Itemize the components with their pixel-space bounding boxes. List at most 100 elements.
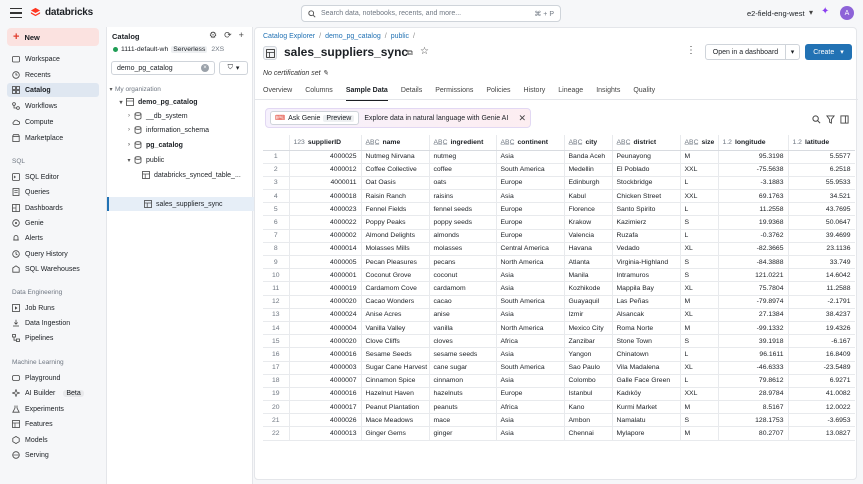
- nav-item-recents[interactable]: Recents: [7, 68, 99, 82]
- copy-icon[interactable]: ⧉: [407, 48, 413, 58]
- table-cell[interactable]: L: [680, 202, 719, 217]
- table-cell[interactable]: Mace Meadows: [361, 413, 430, 428]
- table-cell[interactable]: 34.521: [788, 189, 855, 204]
- table-cell[interactable]: 28.9784: [718, 387, 789, 402]
- table-cell[interactable]: L: [680, 229, 719, 243]
- nav-item-playground[interactable]: Playground: [7, 371, 99, 385]
- table-cell[interactable]: 79.8612: [718, 374, 789, 388]
- table-cell[interactable]: Valencia: [564, 229, 613, 243]
- nav-item-compute[interactable]: Compute: [7, 115, 99, 129]
- table-cell[interactable]: 69.1763: [718, 189, 789, 204]
- table-cell[interactable]: 128.1753: [718, 413, 789, 428]
- table-cell[interactable]: Europe: [496, 202, 565, 217]
- nav-item-ai-builder[interactable]: AI Builder Beta: [7, 386, 99, 400]
- nav-item-workflows[interactable]: Workflows: [7, 99, 99, 113]
- table-cell[interactable]: 13.0827: [788, 426, 855, 441]
- table-cell[interactable]: Hazelnut Haven: [361, 387, 430, 402]
- table-cell[interactable]: Europe: [496, 176, 565, 191]
- table-cell[interactable]: M: [680, 321, 719, 336]
- table-cell[interactable]: Sesame Seeds: [361, 347, 430, 362]
- table-cell[interactable]: Coconut Grove: [361, 268, 430, 283]
- table-cell[interactable]: 4000004: [289, 321, 362, 336]
- row-index[interactable]: 15: [263, 334, 290, 349]
- catalog-search-input[interactable]: demo_pg_catalog ×: [111, 61, 215, 75]
- table-row[interactable]: 20 4000017 Peanut Plantation peanuts Africa K…: [263, 400, 855, 415]
- table-row[interactable]: 22 4000013 Ginger Gems ginger Asia Chennai Myl…: [263, 426, 855, 441]
- table-cell[interactable]: -0.3762: [718, 229, 789, 243]
- table-cell[interactable]: 4000025: [289, 150, 362, 164]
- table-row[interactable]: 9 4000005 Pecan Pleasures pecans North Ameri…: [263, 255, 855, 270]
- table-cell[interactable]: Sugar Cane Harvest: [361, 361, 430, 375]
- table-cell[interactable]: 4000020: [289, 334, 362, 349]
- table-cell[interactable]: anise: [429, 308, 497, 322]
- table-cell[interactable]: Vila Madalena: [612, 361, 681, 375]
- table-cell[interactable]: M: [680, 400, 719, 415]
- table-cell[interactable]: 4000017: [289, 400, 362, 415]
- global-search-input[interactable]: Search data, notebooks, recents, and mor…: [301, 5, 561, 22]
- filter-button[interactable]: ⛉ ▾: [219, 61, 248, 75]
- open-in-dashboard-button[interactable]: Open in a dashboard ▾: [705, 44, 800, 60]
- row-index[interactable]: 20: [263, 400, 290, 415]
- table-cell[interactable]: Sao Paulo: [564, 361, 613, 375]
- column-header[interactable]: A̲B̲C̲ size: [680, 135, 719, 151]
- column-header[interactable]: 123 supplierID: [289, 135, 362, 151]
- tree-schema-db-system[interactable]: › __db_system: [107, 109, 254, 123]
- table-row[interactable]: 15 4000020 Clove Cliffs cloves Africa Zanziba…: [263, 334, 855, 349]
- table-cell[interactable]: nutmeg: [429, 150, 497, 164]
- table-cell[interactable]: 33.749: [788, 255, 855, 270]
- row-index[interactable]: 22: [263, 426, 290, 441]
- table-cell[interactable]: Ruzafa: [612, 229, 681, 243]
- table-cell[interactable]: Molasses Mills: [361, 242, 430, 257]
- table-row[interactable]: 13 4000024 Anise Acres anise Asia Izmir Alsanc…: [263, 308, 855, 322]
- nav-item-models[interactable]: Models: [7, 433, 99, 447]
- table-cell[interactable]: -23.5489: [788, 361, 855, 375]
- table-cell[interactable]: Asia: [496, 347, 565, 362]
- nav-item-query-history[interactable]: Query History: [7, 247, 99, 261]
- table-cell[interactable]: Nutmeg Nirvana: [361, 150, 430, 164]
- table-cell[interactable]: Asia: [496, 426, 565, 441]
- table-cell[interactable]: Almond Delights: [361, 229, 430, 243]
- table-cell[interactable]: Europe: [496, 215, 565, 230]
- table-cell[interactable]: 4000002: [289, 229, 362, 243]
- table-cell[interactable]: 39.1918: [718, 334, 789, 349]
- table-cell[interactable]: Asia: [496, 281, 565, 296]
- table-cell[interactable]: 80.2707: [718, 426, 789, 441]
- table-cell[interactable]: Central America: [496, 242, 565, 257]
- table-row[interactable]: 1 4000025 Nutmeg Nirvana nutmeg Asia Banda Ac…: [263, 150, 855, 164]
- row-index[interactable]: 3: [263, 176, 290, 191]
- row-index[interactable]: 13: [263, 308, 290, 322]
- table-cell[interactable]: Cinnamon Spice: [361, 374, 430, 388]
- table-cell[interactable]: 43.7695: [788, 202, 855, 217]
- table-cell[interactable]: Izmir: [564, 308, 613, 322]
- table-row[interactable]: 19 4000016 Hazelnut Haven hazelnuts Europe Is…: [263, 387, 855, 402]
- column-header[interactable]: 1.2 longitude: [718, 135, 789, 151]
- table-cell[interactable]: Krakow: [564, 215, 613, 230]
- table-cell[interactable]: poppy seeds: [429, 215, 497, 230]
- table-cell[interactable]: S: [680, 268, 719, 283]
- new-button[interactable]: + New: [7, 28, 99, 46]
- table-cell[interactable]: Kano: [564, 400, 613, 415]
- nav-item-features[interactable]: Features: [7, 417, 99, 431]
- table-cell[interactable]: 4000013: [289, 426, 362, 441]
- table-cell[interactable]: Asia: [496, 413, 565, 428]
- table-cell[interactable]: Kurmi Market: [612, 400, 681, 415]
- table-cell[interactable]: 41.0082: [788, 387, 855, 402]
- nav-item-job-runs[interactable]: Job Runs: [7, 301, 99, 315]
- nav-item-workspace[interactable]: Workspace: [7, 52, 99, 66]
- table-cell[interactable]: S: [680, 334, 719, 349]
- table-cell[interactable]: Peanut Plantation: [361, 400, 430, 415]
- tree-schema-information-schema[interactable]: › information_schema: [107, 123, 254, 137]
- table-cell[interactable]: vanilla: [429, 321, 497, 336]
- databricks-logo[interactable]: databricks: [30, 7, 93, 18]
- row-index[interactable]: 2: [263, 163, 290, 177]
- table-row[interactable]: 12 4000020 Cacao Wonders cacao South America…: [263, 295, 855, 309]
- table-cell[interactable]: 4000018: [289, 189, 362, 204]
- table-cell[interactable]: S: [680, 413, 719, 428]
- table-cell[interactable]: XL: [680, 361, 719, 375]
- breadcrumb-catalog-explorer[interactable]: Catalog Explorer: [263, 33, 315, 40]
- table-cell[interactable]: peanuts: [429, 400, 497, 415]
- table-row[interactable]: 7 4000002 Almond Delights almonds Europe Vale…: [263, 229, 855, 243]
- column-header[interactable]: 1.2 latitude: [788, 135, 855, 151]
- table-cell[interactable]: Kozhikode: [564, 281, 613, 296]
- row-index[interactable]: 14: [263, 321, 290, 336]
